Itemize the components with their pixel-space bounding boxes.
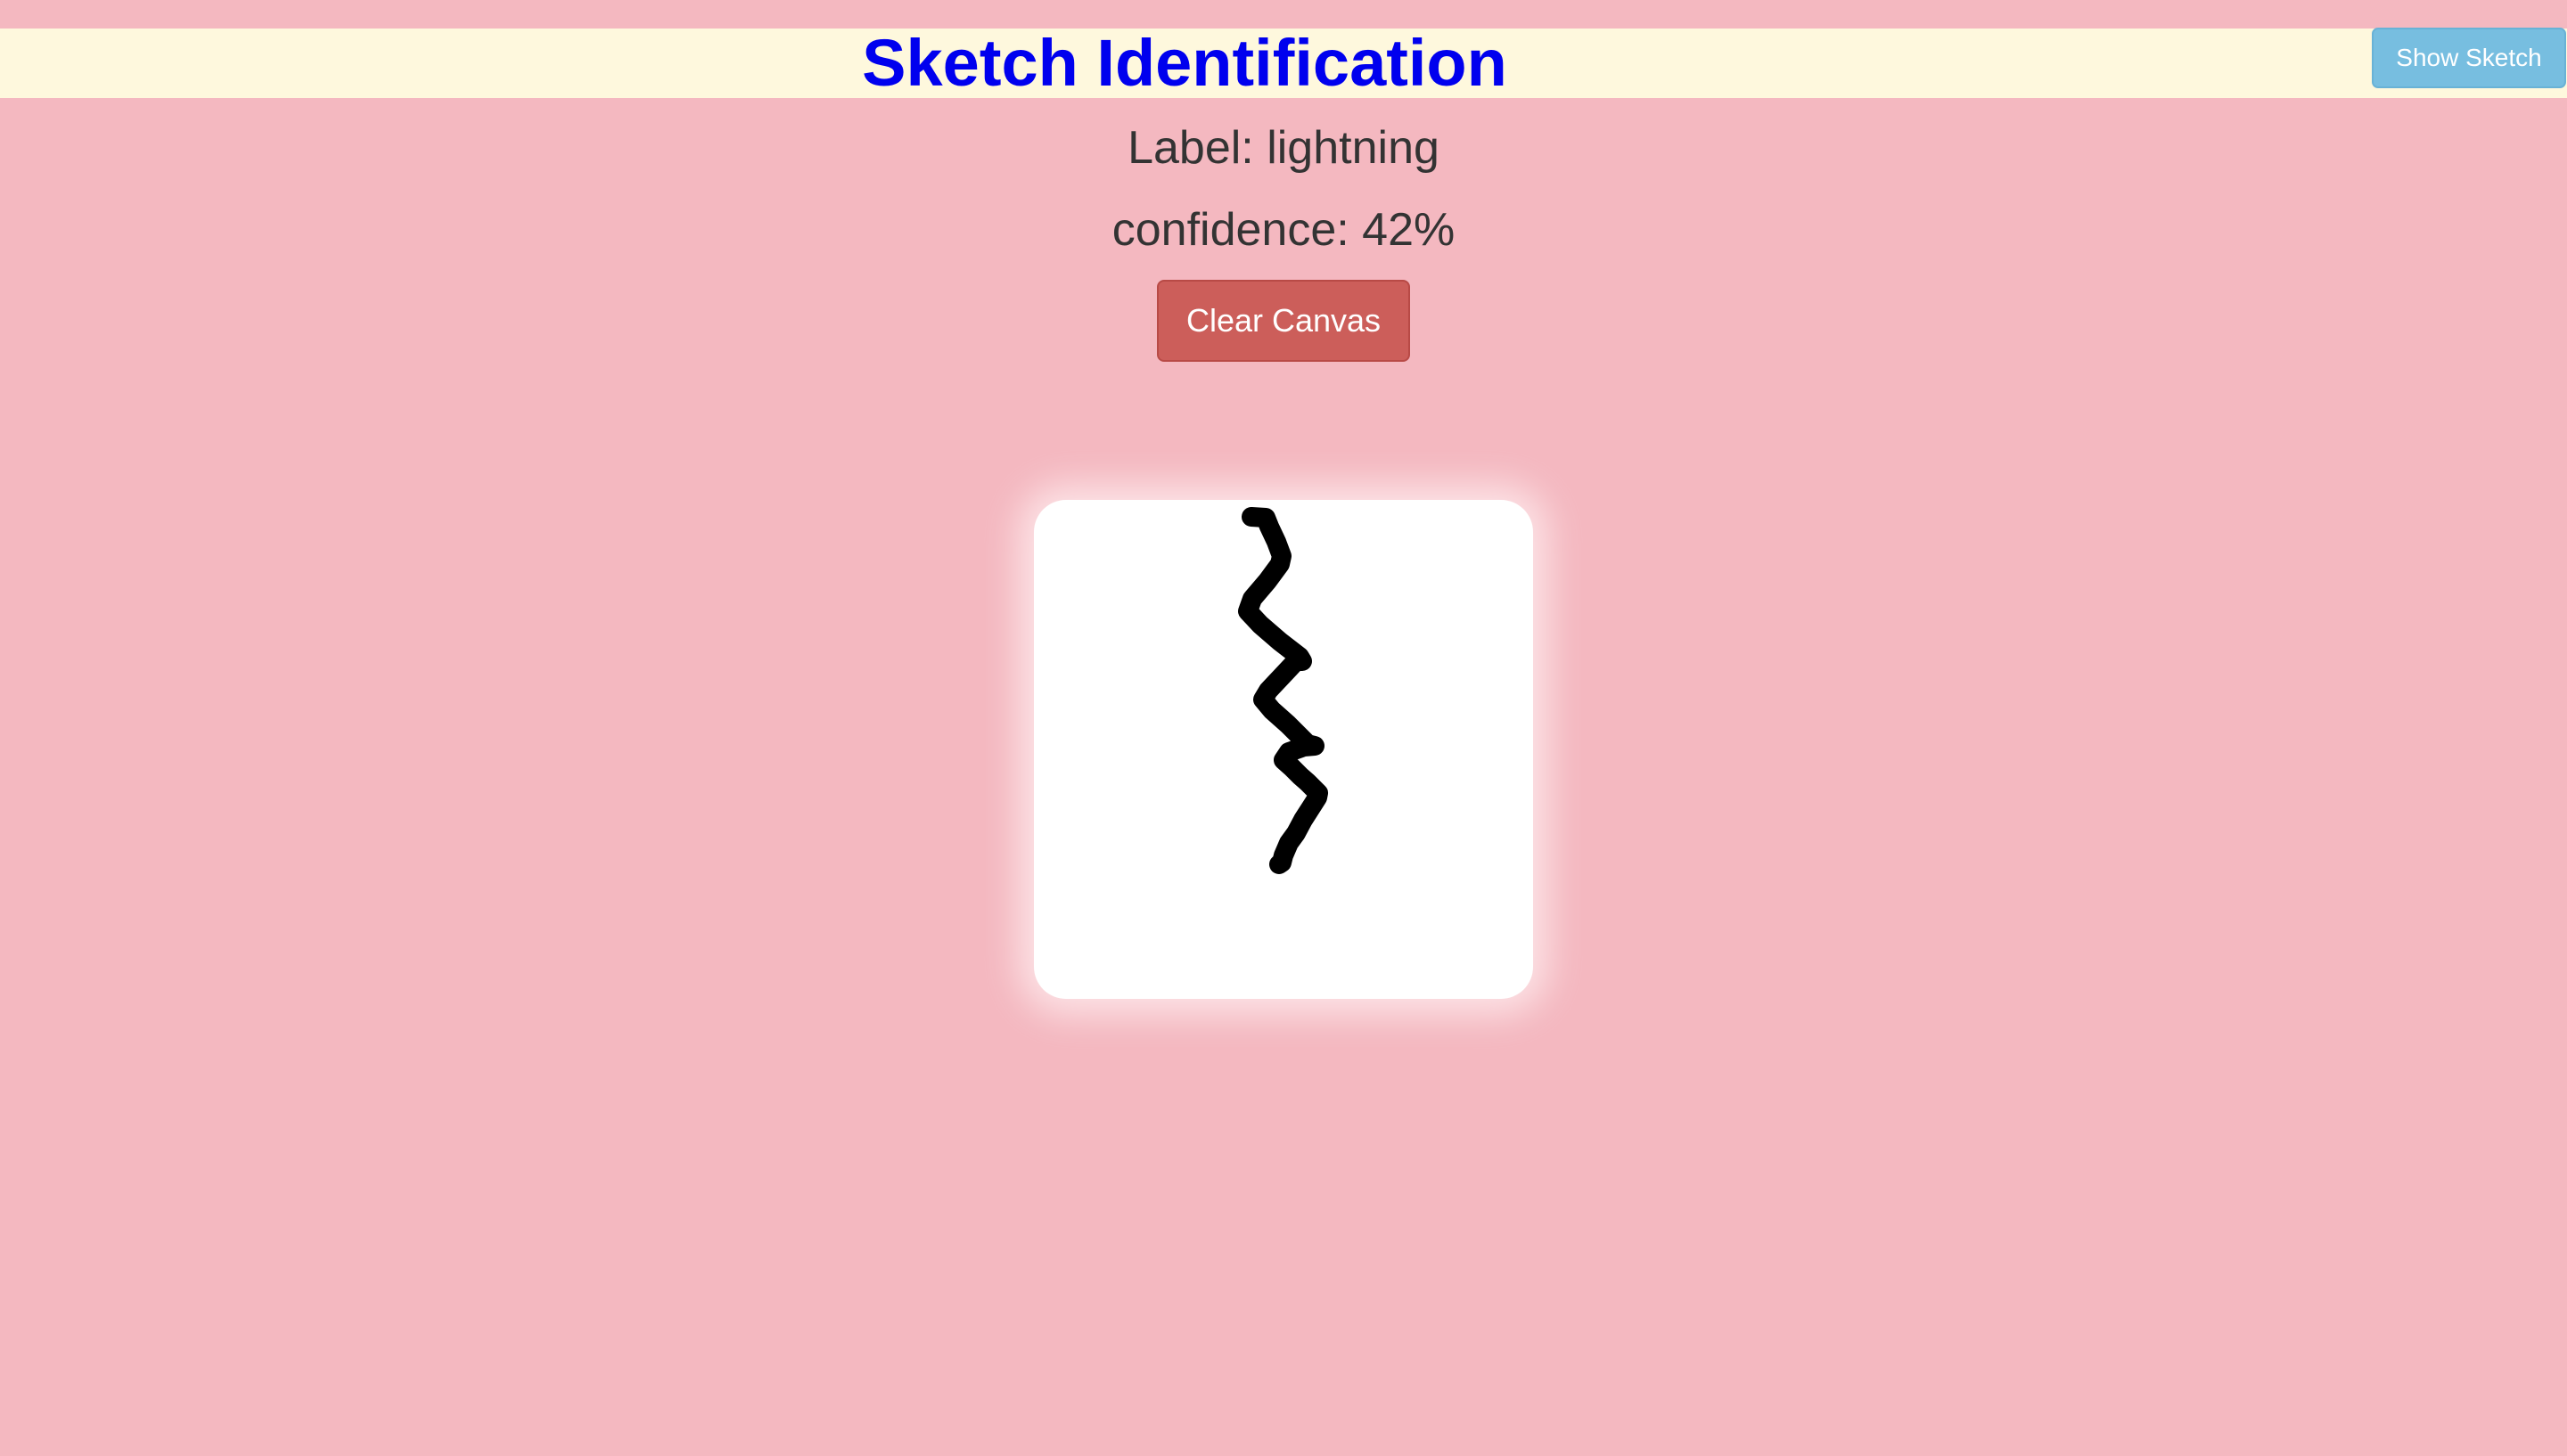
- sketch-stroke: [1238, 507, 1328, 874]
- prediction-confidence: confidence: 42%: [1111, 204, 1456, 256]
- sketch-drawing: [1238, 507, 1328, 874]
- prediction-label: Label: lightning: [1128, 122, 1439, 174]
- header-bar: Sketch Identification: [0, 29, 2567, 98]
- page-title: Sketch Identification: [862, 26, 1507, 100]
- clear-canvas-button[interactable]: Clear Canvas: [1157, 280, 1410, 362]
- drawing-canvas[interactable]: [1034, 500, 1533, 999]
- show-sketch-button[interactable]: Show Sketch: [2372, 28, 2566, 88]
